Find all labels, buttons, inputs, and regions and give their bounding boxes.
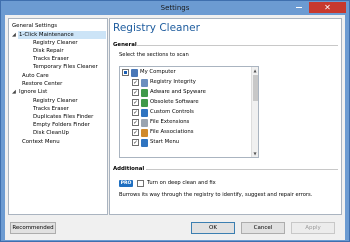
section-checkbox[interactable] [122,69,129,76]
tree-item-tracks-eraser[interactable]: Tracks Eraser [33,55,69,63]
list-item-start-menu[interactable]: ✓ Start Menu [122,138,250,147]
deep-clean-label[interactable]: Turn on deep clean and fix [147,180,216,186]
computer-icon [131,68,138,77]
cancel-button[interactable]: Cancel [241,222,285,234]
tree-item-registry-cleaner[interactable]: Registry Cleaner [33,39,78,47]
scroll-down-icon[interactable]: ▼ [252,150,258,157]
section-checkbox[interactable]: ✓ [132,89,139,96]
list-item-label: File Extensions [150,119,190,125]
tree-item-ignore-tracks-eraser[interactable]: Tracks Eraser [33,105,69,113]
tree-item-ignore-registry-cleaner[interactable]: Registry Cleaner [33,97,78,105]
list-item-file-extensions[interactable]: ✓ File Extensions [122,118,250,127]
settings-tree[interactable]: General Settings ◢ 1-Click Maintenance R… [8,18,108,215]
section-checkbox[interactable]: ✓ [132,99,139,106]
close-button[interactable]: ✕ [309,2,346,13]
list-item-label: File Associations [150,129,194,135]
general-section-heading: General [113,42,137,48]
tree-item-temporary-files-cleaner[interactable]: Temporary Files Cleaner [33,63,98,71]
list-scrollbar[interactable]: ▲ ▼ [251,67,258,157]
file-association-icon [141,128,148,137]
ok-button[interactable]: OK [191,222,235,234]
minimize-button[interactable] [291,2,306,13]
tree-item-disk-cleanup[interactable]: Disk CleanUp [33,129,69,137]
tree-item-restore-center[interactable]: Restore Center [22,80,62,88]
settings-window: Settings ✕ General Settings ◢ 1-Click Ma… [0,0,350,242]
tree-item-1-click-maintenance[interactable]: 1-Click Maintenance [18,31,106,39]
apply-button[interactable]: Apply [291,222,335,234]
section-checkbox[interactable]: ✓ [132,139,139,146]
list-item-label: Obsolete Software [150,99,199,105]
tree-item-general-settings[interactable]: General Settings [12,22,106,30]
scroll-up-icon[interactable]: ▲ [252,67,258,74]
expand-caret-icon[interactable]: ◢ [12,88,16,96]
scroll-thumb[interactable] [253,75,258,101]
page-title: Registry Cleaner [113,22,200,34]
list-item-registry-integrity[interactable]: ✓ Registry Integrity [122,78,250,87]
tree-item-context-menu[interactable]: Context Menu [22,138,60,146]
software-icon [141,98,148,107]
shield-icon [141,88,148,97]
section-checkbox[interactable]: ✓ [132,119,139,126]
list-item-label: My Computer [140,69,176,75]
section-checkbox[interactable]: ✓ [132,129,139,136]
list-item-my-computer[interactable]: My Computer [122,68,250,77]
tree-item-duplicates-files-finder[interactable]: Duplicates Files Finder [33,113,93,121]
recommended-button[interactable]: Recommended [10,222,56,234]
pro-badge: PRO [119,180,133,187]
general-divider [136,45,338,46]
deep-clean-checkbox[interactable] [137,180,144,187]
additional-divider [146,169,338,170]
start-menu-icon [141,138,148,147]
list-item-label: Adware and Spyware [150,89,206,95]
list-item-label: Start Menu [150,139,180,145]
section-checkbox[interactable]: ✓ [132,109,139,116]
list-item-obsolete-software[interactable]: ✓ Obsolete Software [122,98,250,107]
title-bar[interactable]: Settings ✕ [1,1,349,15]
list-item-file-associations[interactable]: ✓ File Associations [122,128,250,137]
registry-icon [141,78,148,87]
list-item-label: Registry Integrity [150,79,196,85]
file-icon [141,118,148,127]
controls-icon [141,108,148,117]
list-item-adware-spyware[interactable]: ✓ Adware and Spyware [122,88,250,97]
dialog-client-area: General Settings ◢ 1-Click Maintenance R… [5,15,345,240]
expand-caret-icon[interactable]: ◢ [12,31,16,39]
registry-cleaner-panel: Registry Cleaner General Select the sect… [109,18,342,215]
scan-sections-hint: Select the sections to scan [119,52,189,58]
tree-item-auto-care[interactable]: Auto Care [22,72,49,80]
tree-item-disk-repair[interactable]: Disk Repair [33,47,64,55]
deep-clean-description: Burrows its way through the registry to … [119,192,313,198]
tree-item-ignore-list[interactable]: Ignore List [19,88,47,96]
list-item-label: Custom Controls [150,109,194,115]
tree-item-empty-folders-finder[interactable]: Empty Folders Finder [33,121,90,129]
scan-sections-list[interactable]: My Computer ✓ Registry Integrity ✓ Adwar… [119,66,259,158]
section-checkbox[interactable]: ✓ [132,79,139,86]
additional-section-heading: Additional [113,166,145,172]
list-item-custom-controls[interactable]: ✓ Custom Controls [122,108,250,117]
